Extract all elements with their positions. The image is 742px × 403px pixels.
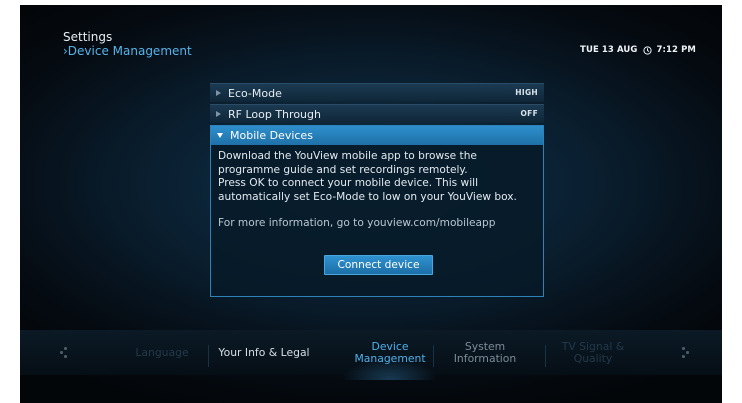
tab-tv-signal-quality[interactable]: TV Signal & Quality [547, 330, 639, 375]
tab-system-information[interactable]: System Information [435, 330, 535, 375]
more-info-text: For more information, go to youview.com/… [218, 217, 496, 229]
tab-label-line: TV Signal & [561, 339, 625, 353]
date-time: TUE 13 AUG 7:12 PM [580, 45, 696, 55]
clock-icon [642, 45, 652, 55]
menu-item-rf-loop-through[interactable]: RF Loop Through OFF [210, 104, 544, 123]
triangle-right-icon [216, 90, 221, 96]
time-text: 7:12 PM [656, 45, 696, 55]
menu-item-label: RF Loop Through [228, 107, 321, 121]
triangle-right-icon [216, 111, 221, 117]
menu-item-value: HIGH [515, 88, 538, 97]
menu-item-mobile-devices[interactable]: Mobile Devices [211, 126, 543, 145]
menu-item-label: Mobile Devices [230, 129, 313, 142]
tab-language[interactable]: Language [120, 330, 204, 375]
menu-item-mobile-devices-panel: Mobile Devices Download the YouView mobi… [210, 125, 544, 297]
tab-label-line: Information [453, 351, 517, 365]
description-line: Press OK to connect your mobile device. … [218, 177, 479, 189]
tab-device-management[interactable]: Device Management [330, 330, 450, 375]
page-title: Settings [63, 30, 113, 44]
description-line: automatically set Eco-Mode to low on you… [218, 190, 517, 203]
mobile-devices-description: Download the YouView mobile app to brows… [211, 145, 543, 231]
triangle-down-icon [217, 133, 223, 138]
tab-divider [545, 345, 546, 367]
description-line: Download the YouView mobile app to brows… [218, 150, 477, 162]
date-text: TUE 13 AUG [580, 45, 638, 55]
tv-screen: Settings ›Device Management TUE 13 AUG 7… [20, 5, 722, 403]
menu-item-value: OFF [520, 109, 538, 118]
description-line: programme guide and set recordings remot… [218, 163, 468, 176]
tab-divider [208, 345, 209, 367]
menu-item-label: Eco-Mode [228, 86, 282, 100]
tab-label-line: Management [354, 351, 426, 365]
tab-label-line: Quality [573, 351, 613, 365]
menu-item-eco-mode[interactable]: Eco-Mode HIGH [210, 83, 544, 102]
settings-menu: Eco-Mode HIGH RF Loop Through OFF Mobile… [210, 83, 544, 297]
tab-label-line: System [464, 339, 506, 353]
settings-category-bar: Language Your Info & Legal Device Manage… [20, 330, 722, 380]
tab-divider [433, 345, 434, 367]
connect-device-button[interactable]: Connect device [324, 255, 433, 275]
breadcrumb: ›Device Management [63, 44, 192, 58]
tab-label-line: Device [371, 339, 409, 353]
tab-your-info-legal[interactable]: Your Info & Legal [210, 330, 318, 375]
